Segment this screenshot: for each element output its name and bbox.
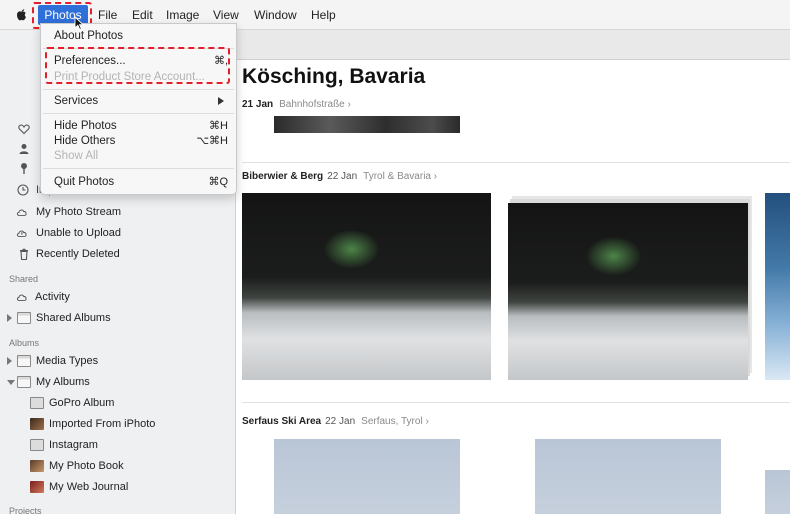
sidebar-item-shared-albums[interactable]: Shared Albums	[0, 309, 235, 327]
album-thumbnail-icon	[30, 418, 44, 430]
section-divider	[242, 162, 790, 163]
sidebar-item-my-web-journal[interactable]: My Web Journal	[0, 478, 235, 496]
disclosure-triangle-icon[interactable]	[7, 314, 12, 322]
sidebar-item-label: Activity	[35, 291, 70, 303]
album-thumbnail-icon	[30, 460, 44, 472]
moment-date: 22 Jan	[325, 416, 356, 427]
sidebar-item-gopro-album[interactable]: GoPro Album	[0, 394, 235, 412]
menu-separator	[43, 113, 234, 114]
sidebar-item-instagram[interactable]: Instagram	[0, 436, 235, 454]
album-thumbnail-icon	[30, 481, 44, 493]
menu-item-hide-others[interactable]: Hide Others	[54, 133, 115, 149]
menu-item-show-all: Show All	[54, 150, 99, 162]
menu-separator	[43, 48, 234, 49]
toolbar	[236, 30, 790, 60]
sidebar-item-media-types[interactable]: Media Types	[0, 352, 235, 370]
sidebar-item-label: Unable to Upload	[36, 227, 122, 239]
page-title: Kösching, Bavaria	[242, 65, 426, 88]
submenu-arrow-icon	[218, 97, 224, 105]
sidebar-section-projects: Projects	[9, 506, 42, 514]
moment-date: 22 Jan	[327, 171, 358, 182]
sidebar-item-label: Instagram	[49, 439, 98, 451]
photo-thumbnail-stack[interactable]	[508, 203, 748, 380]
menu-window[interactable]: Window	[254, 7, 297, 24]
sidebar-item-label: My Photo Stream	[36, 206, 121, 218]
menu-item-label: Preferences...	[54, 55, 126, 67]
sidebar-item-label: Shared Albums	[36, 312, 111, 324]
sidebar-item-label: Media Types	[36, 355, 99, 367]
menu-item-quit-photos[interactable]: Quit Photos	[54, 174, 114, 190]
folder-icon	[17, 355, 31, 367]
folder-icon	[17, 376, 31, 388]
photo-thumbnail[interactable]	[535, 439, 721, 514]
heart-icon	[18, 124, 30, 135]
sidebar-section-albums: Albums	[9, 338, 40, 348]
menu-separator	[43, 89, 234, 90]
moment-header[interactable]: Serfaus Ski Area 22 Jan Serfaus, Tyrol ›	[242, 415, 429, 429]
sidebar-item-activity[interactable]: Activity	[0, 288, 235, 306]
sidebar-item-label: Recently Deleted	[36, 248, 120, 260]
menu-help[interactable]: Help	[311, 7, 336, 24]
menu-view[interactable]: View	[213, 7, 239, 24]
album-icon	[30, 397, 44, 409]
sidebar-item-label: My Albums	[36, 376, 90, 388]
sidebar-item-my-photo-stream[interactable]: My Photo Stream	[0, 203, 235, 221]
cloud-icon	[16, 294, 27, 301]
sidebar-section-shared: Shared	[9, 274, 39, 284]
photo-thumbnail[interactable]	[274, 439, 460, 514]
sidebar-item-label: My Web Journal	[49, 481, 129, 493]
cloud-alert-icon	[16, 230, 27, 237]
menu-file[interactable]: File	[98, 7, 117, 24]
menu-item-about-photos[interactable]: About Photos	[54, 28, 123, 44]
menu-item-services[interactable]: Services	[54, 93, 98, 109]
sidebar-item-label: GoPro Album	[49, 397, 115, 409]
moment-location[interactable]: Tyrol & Bavaria ›	[363, 171, 437, 182]
moment-location[interactable]: Serfaus, Tyrol ›	[361, 416, 429, 427]
disclosure-triangle-expanded-icon[interactable]	[7, 380, 15, 385]
sidebar-item-imported-from-iphoto[interactable]: Imported From iPhoto	[0, 415, 235, 433]
moment-header[interactable]: Biberwier & Berg 22 Jan Tyrol & Bavaria ›	[242, 170, 437, 184]
section-divider	[242, 402, 790, 403]
menu-edit[interactable]: Edit	[132, 7, 153, 24]
sidebar-item-unable-to-upload[interactable]: Unable to Upload	[0, 224, 235, 242]
sidebar-item-my-photo-book[interactable]: My Photo Book	[0, 457, 235, 475]
photo-thumbnail[interactable]	[274, 116, 460, 133]
trash-icon	[20, 248, 28, 260]
moment-header[interactable]: 21 Jan Bahnhofstraße ›	[242, 98, 351, 112]
menu-item-preferences[interactable]: Preferences...	[54, 53, 234, 69]
pin-icon	[21, 163, 27, 174]
moment-location[interactable]: Bahnhofstraße ›	[279, 99, 351, 110]
moment-title: Biberwier & Berg	[242, 171, 324, 182]
sidebar-item-my-albums[interactable]: My Albums	[0, 373, 235, 391]
sidebar-item-recently-deleted[interactable]: Recently Deleted	[0, 245, 235, 263]
menu-image[interactable]: Image	[166, 7, 199, 24]
photo-thumbnail[interactable]	[242, 193, 491, 380]
person-icon	[19, 144, 29, 154]
mouse-cursor-icon	[74, 16, 84, 30]
shortcut-hide-others: ⌥⌘H	[196, 135, 228, 147]
photo-thumbnail[interactable]	[765, 193, 790, 380]
menu-item-hide-photos[interactable]: Hide Photos	[54, 118, 117, 134]
apple-logo-icon[interactable]	[16, 8, 27, 21]
photos-main-view: Kösching, Bavaria 21 Jan Bahnhofstraße › …	[236, 60, 790, 514]
clock-icon	[17, 184, 29, 196]
shortcut-quit: ⌘Q	[208, 176, 228, 188]
shortcut-hide-photos: ⌘H	[209, 120, 228, 132]
folder-icon	[17, 312, 31, 324]
photo-thumbnail[interactable]	[765, 470, 790, 514]
sidebar-item-label: My Photo Book	[49, 460, 124, 472]
disclosure-triangle-icon[interactable]	[7, 357, 12, 365]
moment-title: Serfaus Ski Area	[242, 416, 322, 427]
moment-date: 21 Jan	[242, 99, 274, 110]
cloud-icon	[16, 209, 27, 216]
photos-app-menu: About Photos Preferences... ⌘, Print Pro…	[40, 23, 237, 195]
menu-separator	[43, 168, 234, 169]
album-icon	[30, 439, 44, 451]
menu-item-print-product-store-account: Print Product Store Account...	[54, 71, 205, 83]
shortcut-preferences: ⌘,	[213, 55, 228, 67]
sidebar-item-label: Imported From iPhoto	[49, 418, 156, 430]
